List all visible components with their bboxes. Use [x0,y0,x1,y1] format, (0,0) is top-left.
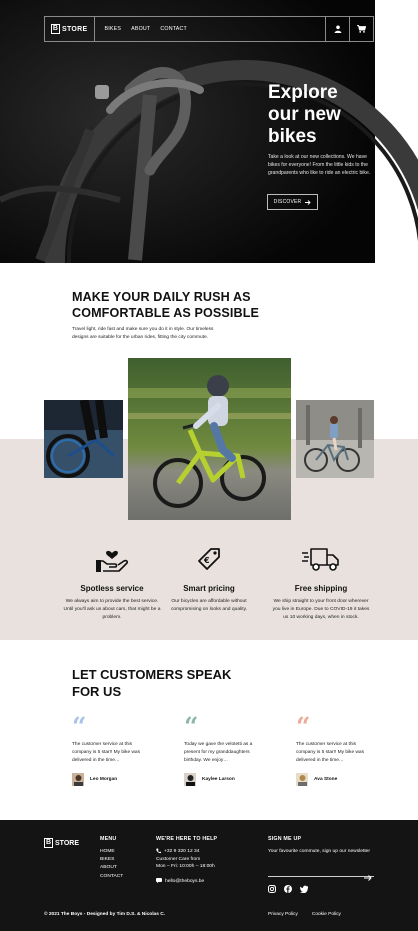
reviewer: Kaylee Larson [184,773,260,786]
footer-policies: Privacy Policy Cookie Policy [268,912,341,917]
review-text: The customer service at this company is … [72,742,140,763]
feature-title: Smart pricing [183,584,235,593]
store-logo[interactable]: B STORE [45,17,95,41]
price-tag-icon: € [154,544,264,574]
reviewer-name: Leo Morgan [90,777,118,782]
footer-phone[interactable]: +32 9 320 12 34 [164,848,200,856]
discover-button[interactable]: DISCOVER [267,194,318,210]
photo-woman-cycling [296,400,374,478]
photo-kid-riding-bike [128,358,291,520]
newsletter-email-input[interactable] [268,865,362,875]
delivery-truck-icon [266,544,376,574]
footer-link-home[interactable]: HOME [100,848,123,856]
newsletter-submit-arrow-icon[interactable] [364,868,372,886]
nav-link-contact[interactable]: CONTACT [160,26,187,32]
footer-link-contact[interactable]: CONTACT [100,873,123,881]
feature-free-shipping: Free shipping We ship straight to your f… [266,544,376,622]
instagram-icon[interactable] [268,885,276,893]
footer-help-title: WE'RE HERE TO HELP [156,836,218,842]
chat-icon [156,877,162,883]
hero-title-line-3: bikes [268,126,317,147]
nav-links: BIKES ABOUT CONTACT [95,26,326,32]
twitter-icon[interactable] [300,885,308,893]
newsletter-input-underline [268,876,374,877]
footer-menu-title: MENU [100,836,117,842]
feature-text: Our bicycles are affordable without comp… [170,599,248,612]
logo-text: STORE [62,25,88,33]
feature-title: Spotless service [80,584,144,593]
review-card: “ The customer service at this company i… [72,712,148,786]
review-text: Today we gave the velotetti as a present… [184,742,253,763]
footer-care-line-1: Customer Care from [156,856,201,862]
footer-signup-title: SIGN ME UP [268,836,302,842]
photo-bike-wheel [44,400,123,478]
nav-link-bikes[interactable]: BIKES [105,26,122,32]
footer-signup-text: Your favourite commute, sign up our news… [268,849,371,854]
footer-logo-letter: B [44,838,53,848]
hero-title: Explore our new bikes [268,82,378,148]
testimonials-title: LET CUSTOMERS SPEAK FOR US [72,667,232,699]
intro-title: MAKE YOUR DAILY RUSH AS COMFORTABLE AS P… [72,290,260,320]
footer-link-about[interactable]: ABOUT [100,864,123,872]
quote-icon: “ [72,712,86,741]
feature-text: We always aim to provide the best servic… [63,599,161,620]
footer-logo-text: STORE [55,839,79,847]
feature-smart-pricing: € Smart pricing Our bicycles are afforda… [154,544,264,614]
hero-description: Take a look at our new collections. We h… [268,154,371,177]
hero-title-line-1: Explore [268,82,338,103]
phone-icon [156,848,161,854]
top-navbar: B STORE BIKES ABOUT CONTACT [44,16,374,42]
discover-label: DISCOVER [273,199,302,205]
avatar [184,773,197,786]
hand-heart-icon [57,544,167,574]
svg-text:€: € [203,556,210,565]
footer-phone-row: +32 9 320 12 34 [156,848,215,856]
hero-section: B STORE BIKES ABOUT CONTACT Explore our … [0,0,418,263]
footer-menu: HOME BIKES ABOUT CONTACT [100,848,123,881]
hero-title-line-2: our new [268,104,341,125]
reviewer-name: Kaylee Larson [202,777,235,782]
privacy-policy-link[interactable]: Privacy Policy [268,912,298,917]
review-card: “ The customer service at this company i… [296,712,372,786]
review-text: The customer service at this company is … [296,742,364,763]
cart-icon[interactable] [349,17,373,41]
logo-letter: B [51,24,60,34]
page: B STORE BIKES ABOUT CONTACT Explore our … [0,0,418,931]
intro-text: Travel light, ride fast and make sure yo… [72,327,214,340]
nav-icon-group [325,17,373,41]
footer-care-line-2: Mon – Fri: 10:00h – 18:00h [156,864,215,869]
user-icon[interactable] [325,17,349,41]
quote-icon: “ [296,712,310,741]
review-card: “ Today we gave the velotetti as a prese… [184,712,260,786]
footer-help: +32 9 320 12 34 Customer Care from Mon –… [156,848,215,885]
avatar [296,773,309,786]
footer-email-row: hello@theboys.be [156,877,215,886]
quote-icon: “ [184,712,198,741]
arrow-right-icon [305,199,311,205]
footer-email[interactable]: hello@theboys.be [165,878,204,886]
feature-text: We ship straight to your front door wher… [272,599,370,620]
reviewer: Ava Stone [296,773,372,786]
nav-link-about[interactable]: ABOUT [131,26,150,32]
reviewer-name: Ava Stone [314,777,338,782]
avatar [72,773,85,786]
footer-logo[interactable]: B STORE [44,838,79,848]
cookie-policy-link[interactable]: Cookie Policy [312,912,341,917]
feature-title: Free shipping [294,584,348,593]
facebook-icon[interactable] [284,885,292,893]
footer-link-bikes[interactable]: BIKES [100,856,123,864]
social-links [268,885,308,893]
copyright-text: © 2021 The Boys - Designed by Tim D.S. &… [44,912,166,917]
feature-spotless-service: Spotless service We always aim to provid… [57,544,167,622]
reviewer: Leo Morgan [72,773,148,786]
